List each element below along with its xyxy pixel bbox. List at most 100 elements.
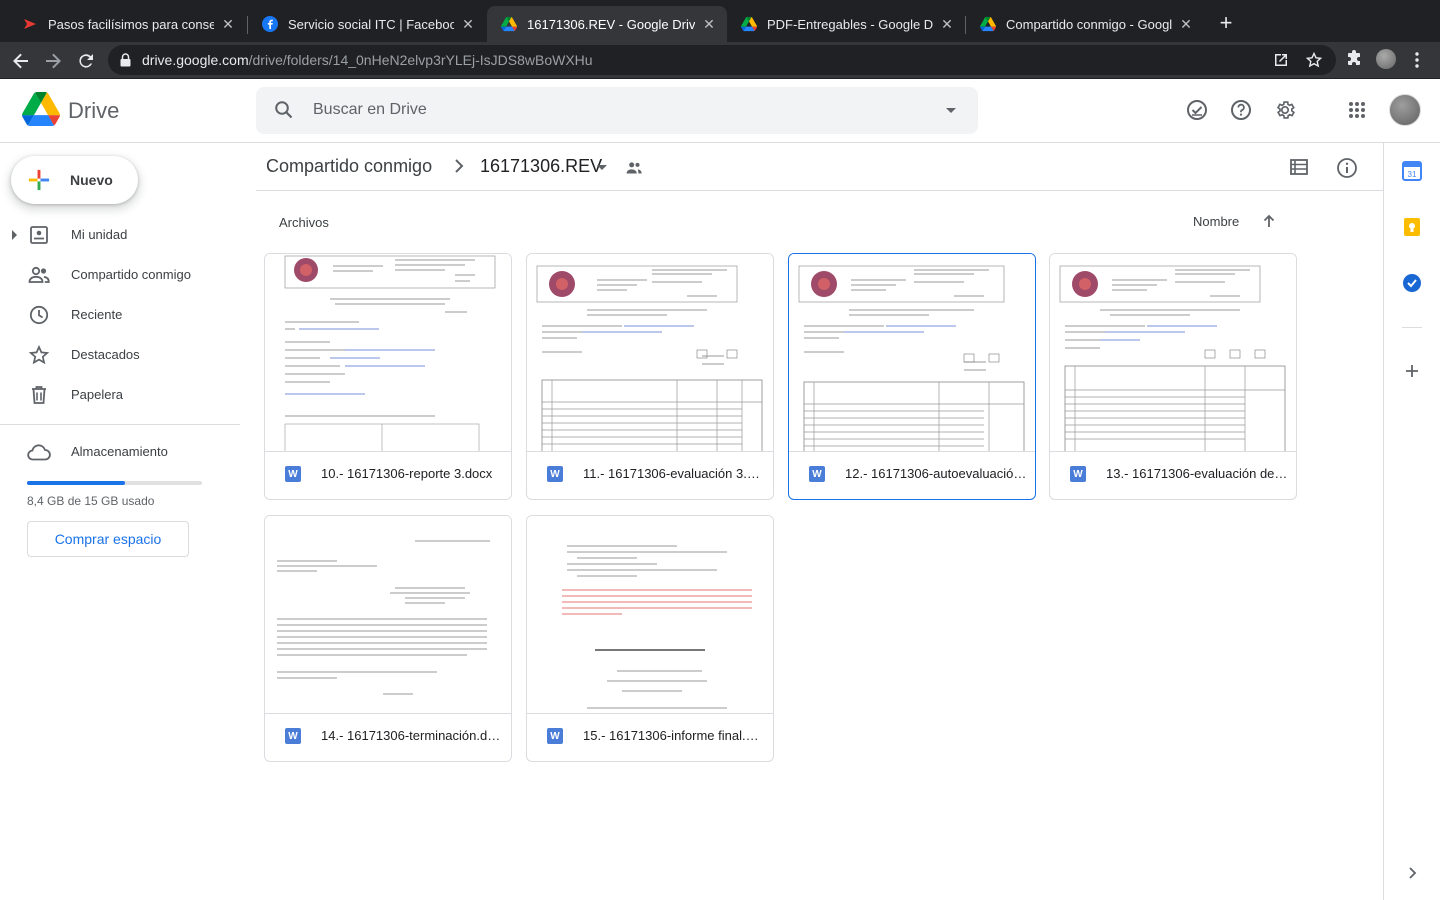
browser-toolbar: drive.google.com/drive/folders/14_0nHeN2… [0,42,1440,79]
chevron-right-icon[interactable] [1402,863,1422,883]
browser-tab-bar: Pasos facilísimos para consegu ✕ Servici… [0,0,1440,42]
url-host: drive.google.com [142,52,249,68]
facebook-icon [262,16,278,32]
buy-storage-button[interactable]: Comprar espacio [27,521,189,557]
tasks-icon[interactable] [1402,273,1422,293]
sidebar-item-label: Destacados [71,347,140,362]
sidebar-item-label: Almacenamiento [71,444,168,459]
sort-by-name[interactable]: Nombre [1193,214,1239,229]
url-text: drive.google.com/drive/folders/14_0nHeN2… [142,52,593,68]
word-doc-icon: W [285,728,301,744]
offline-ready-icon[interactable] [1185,98,1209,122]
close-icon[interactable]: ✕ [220,16,236,33]
panel-divider [1402,327,1422,328]
tab-title: Servicio social ITC | Facebook [288,16,454,32]
file-name: 12.- 16171306-autoevaluación 3.docx [845,466,1027,481]
sidebar-item-shared[interactable]: Compartido conmigo [0,259,240,291]
browser-tab-4[interactable]: PDF-Entregables - Google Driv ✕ [727,6,965,42]
file-name: 11.- 16171306-evaluación 3.docx [583,466,765,481]
open-in-app-icon[interactable] [1273,52,1289,73]
close-icon[interactable]: ✕ [1178,16,1194,33]
close-icon[interactable]: ✕ [701,16,717,33]
sidebar-item-my-drive[interactable]: Mi unidad [0,219,240,251]
file-card[interactable]: W 10.- 16171306-reporte 3.docx [264,253,512,500]
sidebar-item-storage[interactable]: Almacenamiento [0,436,240,468]
word-doc-icon: W [547,466,563,482]
chrome-menu-icon[interactable] [1414,51,1420,74]
file-card[interactable]: W 14.- 16171306-terminación.docx [264,515,512,762]
file-card[interactable]: W 13.- 16171306-evaluación de actividade… [1049,253,1297,500]
sidebar-item-label: Reciente [71,307,123,322]
breadcrumb-current[interactable]: 16171306.REV [480,156,602,177]
sidebar-item-label: Mi unidad [71,227,128,242]
drive-icon [501,16,517,32]
star-bookmark-icon[interactable] [1305,51,1323,73]
forward-arrow-icon[interactable] [40,48,66,74]
browser-tab-2[interactable]: Servicio social ITC | Facebook ✕ [248,6,486,42]
browser-tab-1[interactable]: Pasos facilísimos para consegu ✕ [8,6,246,42]
file-card-selected[interactable]: W 12.- 16171306-autoevaluación 3.docx [788,253,1036,500]
close-icon[interactable]: ✕ [460,16,476,33]
storage-used-text: 8,4 GB de 15 GB usado [27,494,155,508]
arrow-up-icon[interactable] [1261,213,1277,234]
side-panel: 31 [1383,143,1440,900]
browser-tab-3[interactable]: 16171306.REV - Google Drive ✕ [487,6,727,42]
word-doc-icon: W [547,728,563,744]
shared-icon [27,263,51,287]
sidebar-item-starred[interactable]: Destacados [0,339,240,371]
browser-tab-5[interactable]: Compartido conmigo - Google ✕ [966,6,1204,42]
new-tab-icon[interactable]: + [1214,12,1238,34]
keep-icon[interactable] [1402,217,1422,237]
star-icon [27,343,51,367]
chevron-right-icon [454,158,464,179]
shared-folder-icon[interactable] [625,161,643,180]
search-icon[interactable] [274,100,294,125]
files-section-label: Archivos [279,215,329,230]
new-button[interactable]: Nuevo [11,156,138,204]
info-icon[interactable] [1336,157,1358,184]
clock-icon [27,303,51,327]
plus-icon [26,167,52,198]
close-icon[interactable]: ✕ [939,16,955,33]
file-card[interactable]: W 11.- 16171306-evaluación 3.docx [526,253,774,500]
app-name[interactable]: Drive [68,98,119,124]
search-options-dropdown-icon[interactable] [946,108,956,113]
document-thumbnail [789,254,1035,452]
drive-logo-icon[interactable] [22,92,60,131]
help-icon[interactable] [1229,98,1253,122]
tab-title: PDF-Entregables - Google Driv [767,16,933,32]
cloud-icon [27,440,51,464]
account-avatar[interactable] [1389,94,1421,126]
sidebar-item-trash[interactable]: Papelera [0,379,240,411]
file-card[interactable]: W 15.- 16171306-informe final.docx [526,515,774,762]
url-path: /drive/folders/14_0nHeN2elvp3rYLEj-IsJDS… [248,52,593,68]
file-name: 10.- 16171306-reporte 3.docx [321,466,493,481]
back-arrow-icon[interactable] [8,48,34,74]
new-button-label: Nuevo [70,172,113,188]
add-addon-icon[interactable] [1402,361,1422,381]
file-card-footer: W 15.- 16171306-informe final.docx [527,714,773,761]
search-bar[interactable]: Buscar en Drive [256,87,978,134]
drive-header: Drive Buscar en Drive [0,79,1440,143]
drive-icon [980,16,996,32]
folder-dropdown-icon[interactable] [597,165,607,170]
file-name: 14.- 16171306-terminación.docx [321,728,503,743]
apps-grid-icon[interactable] [1345,98,1369,122]
file-name: 13.- 16171306-evaluación de actividades.… [1106,466,1288,481]
address-bar[interactable]: drive.google.com/drive/folders/14_0nHeN2… [108,45,1336,75]
settings-gear-icon[interactable] [1273,98,1297,122]
tab-title: 16171306.REV - Google Drive [527,16,695,32]
document-thumbnail [527,516,773,714]
file-card-footer: W 11.- 16171306-evaluación 3.docx [527,452,773,499]
word-doc-icon: W [809,466,825,482]
calendar-icon[interactable]: 31 [1402,161,1422,181]
search-input[interactable]: Buscar en Drive [313,101,427,119]
extensions-puzzle-icon[interactable] [1345,50,1363,73]
sidebar-item-recent[interactable]: Reciente [0,299,240,331]
breadcrumb-parent[interactable]: Compartido conmigo [266,156,432,177]
profile-avatar-icon[interactable] [1376,49,1396,69]
expand-arrow-icon[interactable] [12,230,17,240]
reload-icon[interactable] [73,48,99,74]
list-view-icon[interactable] [1289,157,1309,182]
file-card-footer: W 13.- 16171306-evaluación de actividade… [1050,452,1296,499]
